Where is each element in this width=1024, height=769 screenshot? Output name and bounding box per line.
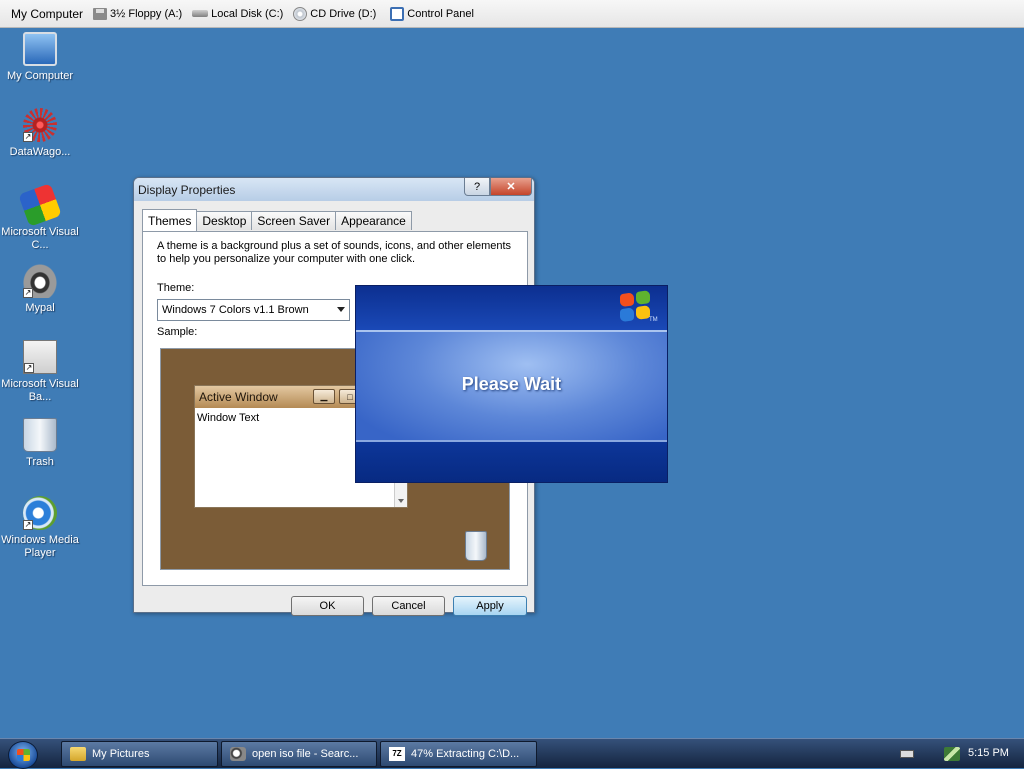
taskbar-button-extracting[interactable]: 7Z 47% Extracting C:\D... <box>380 741 537 767</box>
theme-select[interactable]: Windows 7 Colors v1.1 Brown <box>157 299 350 321</box>
cd-drive-icon <box>293 6 308 21</box>
theme-description: A theme is a background plus a set of so… <box>157 240 512 265</box>
topbar-cd-drive[interactable]: CD Drive (D:) <box>288 3 381 25</box>
taskbar: My Pictures open iso file - Searc... 7Z … <box>0 738 1024 769</box>
folder-icon <box>70 747 86 761</box>
control-panel-icon <box>390 6 405 21</box>
tab-appearance[interactable]: Appearance <box>335 211 412 230</box>
desktop-icon-media-player[interactable]: ↗ Windows Media Player <box>1 496 79 560</box>
desktop-icon-visual-basic[interactable]: ↗ Microsoft Visual Ba... <box>1 340 79 404</box>
taskbar-button-label: open iso file - Searc... <box>252 748 359 760</box>
top-drive-bar: My Computer 3½ Floppy (A:) Local Disk (C… <box>0 0 1024 28</box>
desktop-icon-label: Microsoft Visual C... <box>1 226 79 251</box>
taskbar-clock[interactable]: 5:15 PM <box>968 747 1009 759</box>
help-button[interactable]: ? <box>464 178 490 196</box>
keyboard-icon[interactable] <box>900 750 914 758</box>
tab-desktop[interactable]: Desktop <box>196 211 253 230</box>
sample-label: Sample: <box>157 326 198 338</box>
shortcut-arrow-icon: ↗ <box>23 520 33 530</box>
cancel-button[interactable]: Cancel <box>372 596 445 616</box>
taskbar-button-search[interactable]: open iso file - Searc... <box>221 741 377 767</box>
chevron-down-icon[interactable] <box>337 307 345 312</box>
topbar-my-computer[interactable]: My Computer <box>6 3 88 25</box>
tab-themes[interactable]: Themes <box>142 209 198 231</box>
topbar-control-panel[interactable]: Control Panel <box>385 3 479 25</box>
desktop-icon-mypal[interactable]: ↗ Mypal <box>1 264 79 315</box>
window-titlebar[interactable]: Display Properties ? ✕ <box>134 178 534 201</box>
taskbar-button-label: 47% Extracting C:\D... <box>411 748 520 760</box>
desktop-icon-label: My Computer <box>6 70 74 82</box>
topbar-cd-drive-label: CD Drive (D:) <box>310 7 377 20</box>
desktop-icon-visual-c[interactable]: Microsoft Visual C... <box>1 183 79 252</box>
start-button[interactable] <box>8 741 38 769</box>
search-icon <box>230 747 246 761</box>
desktop-icon-my-computer[interactable]: My Computer <box>1 32 79 83</box>
desktop-icon-label: DataWago... <box>9 146 71 158</box>
media-player-icon: ↗ <box>23 496 57 530</box>
hard-disk-icon <box>192 10 209 17</box>
theme-select-value: Windows 7 Colors v1.1 Brown <box>162 304 309 316</box>
help-icon: ? <box>473 180 481 193</box>
desktop-icon-label: Trash <box>26 456 54 468</box>
topbar-floppy[interactable]: 3½ Floppy (A:) <box>88 3 187 25</box>
please-wait-text: Please Wait <box>461 374 562 394</box>
shortcut-arrow-icon: ↗ <box>24 363 34 373</box>
topbar-my-computer-label: My Computer <box>11 6 84 21</box>
my-computer-icon <box>23 32 57 66</box>
desktop-icon-label: Windows Media Player <box>1 534 79 559</box>
sample-window-title: Active Window <box>199 390 278 404</box>
shortcut-arrow-icon: ↗ <box>23 132 33 142</box>
desktop-icon-trash[interactable]: Trash <box>1 418 79 469</box>
ok-button[interactable]: OK <box>291 596 364 616</box>
visual-c-icon <box>18 183 62 227</box>
tab-strip: Themes Desktop Screen Saver Appearance <box>142 209 412 231</box>
topbar-control-panel-label: Control Panel <box>407 7 474 20</box>
network-icon[interactable] <box>944 747 960 761</box>
window-title: Display Properties <box>138 182 236 197</box>
trash-icon <box>23 418 57 452</box>
splash-bottom-band <box>356 442 667 482</box>
tab-screen-saver[interactable]: Screen Saver <box>251 211 337 230</box>
topbar-floppy-label: 3½ Floppy (A:) <box>110 7 183 20</box>
close-button[interactable]: ✕ <box>490 178 532 196</box>
desktop-icon-label: Microsoft Visual Ba... <box>1 378 79 403</box>
topbar-local-disk-label: Local Disk (C:) <box>211 7 284 20</box>
taskbar-button-label: My Pictures <box>92 748 150 760</box>
shortcut-arrow-icon: ↗ <box>23 288 33 298</box>
taskbar-button-my-pictures[interactable]: My Pictures <box>61 741 218 767</box>
please-wait-splash: TM Please Wait <box>355 285 668 483</box>
visual-basic-icon: ↗ <box>23 340 57 374</box>
minimize-icon: ▁ <box>313 389 335 404</box>
desktop-icon-datawagon[interactable]: ↗ DataWago... <box>1 108 79 159</box>
desktop-icon-label: Mypal <box>25 302 55 314</box>
mypal-icon: ↗ <box>23 264 57 298</box>
theme-label: Theme: <box>157 282 195 294</box>
datawagon-icon: ↗ <box>23 108 57 142</box>
windows-logo-icon <box>17 749 30 761</box>
trademark-mark: TM <box>649 317 658 323</box>
recycle-bin-icon <box>465 531 487 561</box>
7zip-icon: 7Z <box>389 747 405 761</box>
sample-window-text: Window Text <box>197 412 260 424</box>
close-icon: ✕ <box>506 181 516 193</box>
floppy-icon <box>93 7 108 20</box>
apply-button[interactable]: Apply <box>453 596 527 616</box>
windows-logo-icon <box>620 290 652 324</box>
topbar-local-disk[interactable]: Local Disk (C:) <box>187 3 288 25</box>
